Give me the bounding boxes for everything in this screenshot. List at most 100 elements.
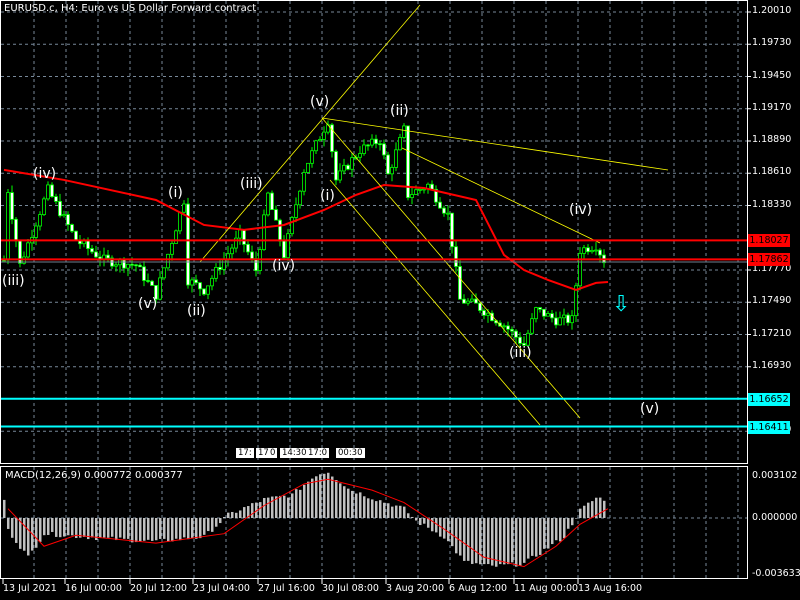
price-axis-label: 1.19170: [752, 101, 792, 113]
macd-histogram-bar: [11, 518, 14, 538]
macd-histogram-bar: [315, 476, 318, 518]
candle-body: [230, 247, 234, 255]
macd-histogram-bar: [591, 501, 594, 518]
macd-histogram-bar: [55, 518, 58, 537]
candle-body: [482, 310, 486, 316]
macd-histogram-bar: [91, 518, 94, 538]
macd-histogram-bar: [527, 518, 530, 559]
candle-body: [166, 253, 170, 269]
macd-histogram-bar: [159, 518, 162, 539]
time-axis-label: 30 Jul 08:00: [322, 583, 379, 594]
candle-body: [598, 249, 602, 256]
candle-body: [550, 313, 554, 319]
candle-body: [206, 285, 210, 295]
macd-histogram-bar: [287, 497, 290, 518]
macd-histogram-bar: [27, 518, 30, 556]
macd-histogram-bar: [131, 518, 134, 543]
price-level-tag: 1.18027: [748, 234, 790, 248]
trend-line: [321, 117, 581, 419]
macd-histogram-bar: [459, 518, 462, 556]
macd-histogram-bar: [423, 518, 426, 524]
macd-histogram-bar: [403, 506, 406, 518]
candle-body: [42, 198, 46, 215]
macd-histogram-bar: [187, 518, 190, 540]
time-axis-label: 16 Jul 00:00: [65, 583, 122, 594]
candle-body: [70, 224, 74, 232]
macd-histogram-bar: [155, 518, 158, 541]
candle-body: [570, 315, 574, 324]
macd-histogram-bar: [207, 518, 210, 532]
macd-histogram-bar: [47, 518, 50, 535]
macd-histogram-bar: [447, 518, 450, 542]
time-scroll-tag[interactable]: 0: [268, 448, 278, 458]
time-scroll-tag[interactable]: 17:: [236, 448, 254, 458]
candle-body: [322, 131, 326, 140]
time-scroll-tag[interactable]: 00:30: [336, 448, 365, 458]
candle-body: [338, 170, 342, 181]
macd-histogram-bar: [455, 518, 458, 554]
macd-histogram-bar: [391, 506, 394, 518]
candle-body: [26, 242, 30, 258]
candle-body: [38, 214, 42, 227]
macd-histogram-bar: [479, 518, 482, 565]
candle-body: [450, 212, 454, 248]
candle-body: [122, 259, 126, 269]
candle-body: [278, 219, 282, 242]
candle-body: [430, 183, 434, 190]
candle-body: [162, 267, 166, 279]
macd-histogram-bar: [167, 518, 170, 542]
macd-histogram-bar: [471, 518, 474, 564]
macd-histogram-bar: [467, 518, 470, 561]
time-axis-label: 27 Jul 16:00: [258, 583, 315, 594]
candle-body: [586, 247, 590, 253]
time-axis-label: 13 Jul 2021: [3, 583, 57, 594]
candle-body: [446, 212, 450, 215]
macd-histogram-bar: [71, 518, 74, 536]
macd-histogram-bar: [163, 518, 166, 539]
candle-body: [34, 225, 38, 238]
candle-body: [318, 139, 322, 142]
wave-label: (i): [168, 185, 183, 201]
candle-body: [394, 149, 398, 168]
macd-histogram-bar: [127, 518, 130, 539]
macd-histogram-bar: [151, 518, 154, 541]
macd-histogram-bar: [251, 503, 254, 518]
macd-title: MACD(12,26,9) 0.000772 0.000377: [5, 470, 183, 481]
candle-body: [270, 192, 274, 211]
macd-histogram-bar: [475, 518, 478, 564]
macd-histogram-bar: [183, 518, 186, 538]
down-arrow-icon: ⇩: [612, 292, 631, 317]
chart-canvas[interactable]: [0, 0, 800, 600]
macd-histogram-bar: [243, 507, 246, 518]
time-scroll-tag[interactable]: 17:0: [306, 448, 330, 458]
candle-body: [50, 184, 54, 198]
time-scroll-tag[interactable]: 14:30: [280, 448, 309, 458]
candle-body: [54, 196, 58, 202]
candle-body: [90, 248, 94, 253]
macd-histogram-bar: [203, 518, 206, 535]
candle-body: [130, 263, 134, 266]
macd-histogram-bar: [547, 518, 550, 549]
candle-body: [218, 267, 222, 270]
wave-label: (v): [640, 401, 660, 417]
time-axis-label: 20 Jul 12:00: [130, 583, 187, 594]
macd-histogram-bar: [211, 518, 214, 532]
candle-body: [454, 246, 458, 267]
candle-body: [182, 203, 186, 213]
candle-body: [294, 204, 298, 218]
candle-body: [358, 153, 362, 158]
candle-body: [470, 298, 474, 302]
macd-histogram-bar: [219, 518, 222, 524]
macd-histogram-bar: [511, 518, 514, 563]
macd-histogram-bar: [451, 518, 454, 547]
candle-body: [74, 230, 78, 241]
main-frame: [0, 0, 748, 464]
price-axis-label: 1.18330: [752, 198, 792, 210]
candle-body: [562, 314, 566, 319]
moving-average-line: [3, 168, 609, 291]
wave-label: (v): [310, 94, 330, 110]
macd-histogram-bar: [299, 489, 302, 518]
macd-histogram-bar: [515, 518, 518, 567]
wave-label: (iii): [2, 273, 25, 289]
candle-body: [386, 154, 390, 175]
